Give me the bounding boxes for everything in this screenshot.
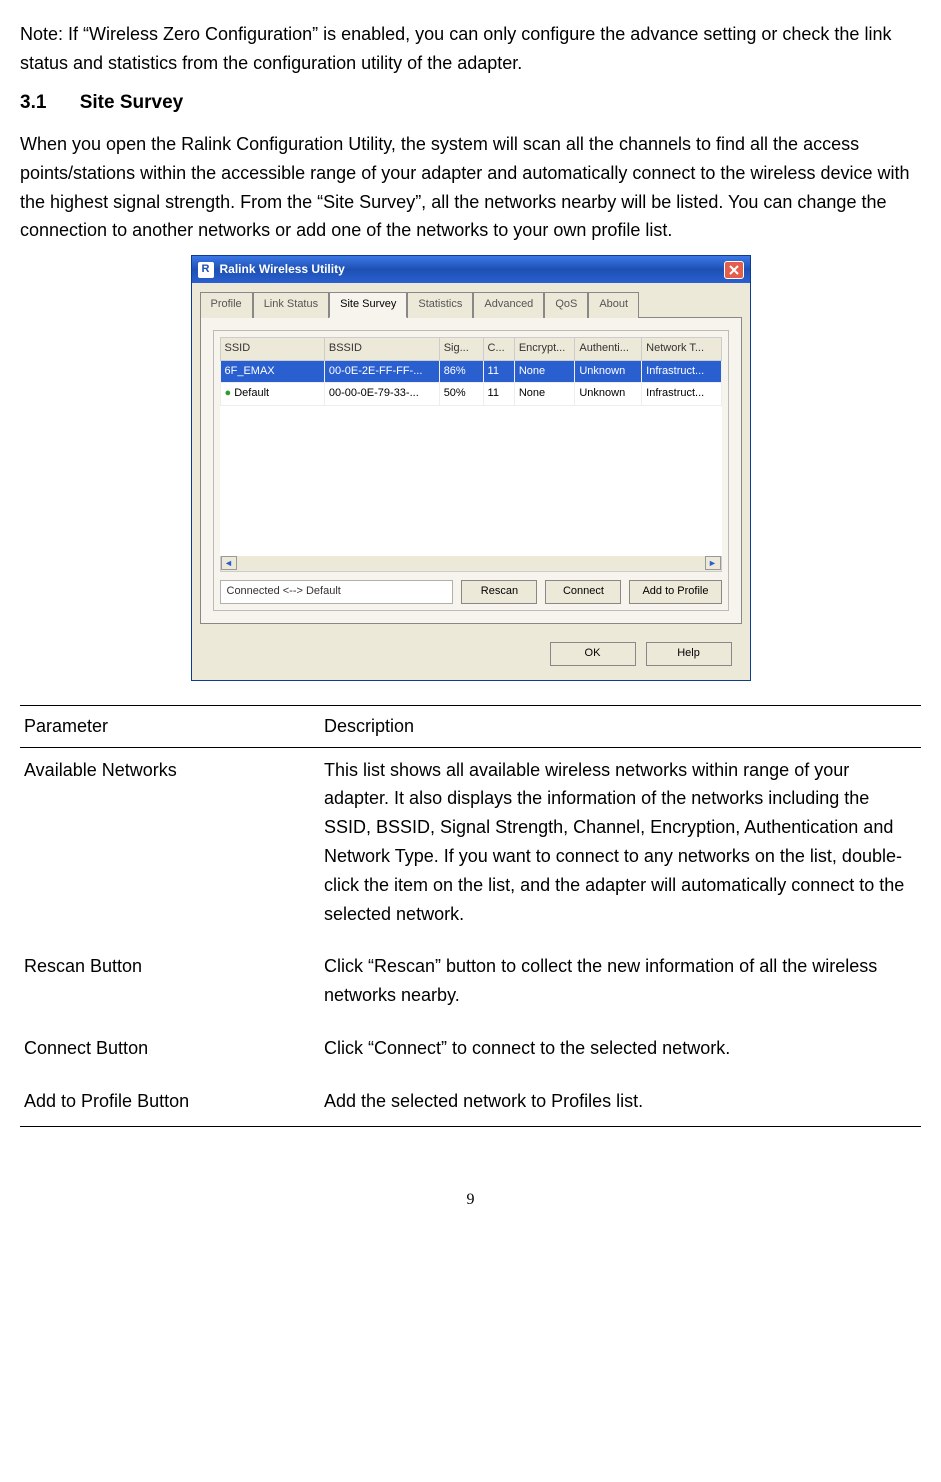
cell-bssid: 00-00-0E-79-33-... xyxy=(324,383,439,406)
cell-channel: 11 xyxy=(483,383,514,406)
cell-bssid: 00-0E-2E-FF-FF-... xyxy=(324,360,439,383)
dialog-footer: OK Help xyxy=(192,632,750,680)
dialog-body: SSID BSSID Sig... C... Encrypt... Authen… xyxy=(200,317,742,624)
cell-signal: 50% xyxy=(439,383,483,406)
tab-qos[interactable]: QoS xyxy=(544,292,588,318)
desc-header: Description xyxy=(320,705,921,747)
param-desc: Add the selected network to Profiles lis… xyxy=(320,1079,921,1126)
help-button[interactable]: Help xyxy=(646,642,732,666)
col-encrypt[interactable]: Encrypt... xyxy=(514,337,575,360)
table-row[interactable]: ● Default 00-00-0E-79-33-... 50% 11 None… xyxy=(220,383,721,406)
tab-site-survey[interactable]: Site Survey xyxy=(329,292,407,318)
network-list-frame: SSID BSSID Sig... C... Encrypt... Authen… xyxy=(213,330,729,611)
close-icon[interactable] xyxy=(724,261,744,279)
cell-auth: Unknown xyxy=(575,383,642,406)
ok-button[interactable]: OK xyxy=(550,642,636,666)
col-network-type[interactable]: Network T... xyxy=(642,337,721,360)
section-title: Site Survey xyxy=(80,92,184,113)
connect-button[interactable]: Connect xyxy=(545,580,621,604)
param-row: Connect Button Click “Connect” to connec… xyxy=(20,1026,921,1079)
col-signal[interactable]: Sig... xyxy=(439,337,483,360)
cell-channel: 11 xyxy=(483,360,514,383)
param-desc: Click “Connect” to connect to the select… xyxy=(320,1026,921,1079)
col-channel[interactable]: C... xyxy=(483,337,514,360)
tabs-row: Profile Link Status Site Survey Statisti… xyxy=(192,283,750,317)
param-header: Parameter xyxy=(20,705,320,747)
param-row: Available Networks This list shows all a… xyxy=(20,747,921,944)
tab-link-status[interactable]: Link Status xyxy=(253,292,329,318)
window-title: Ralink Wireless Utility xyxy=(220,260,718,279)
scroll-left-icon[interactable]: ◄ xyxy=(221,556,237,570)
note-paragraph: Note: If “Wireless Zero Configuration” i… xyxy=(20,20,921,78)
cell-net: Infrastruct... xyxy=(642,360,721,383)
cell-auth: Unknown xyxy=(575,360,642,383)
cell-signal: 86% xyxy=(439,360,483,383)
param-desc: Click “Rescan” button to collect the new… xyxy=(320,944,921,1026)
tab-profile[interactable]: Profile xyxy=(200,292,253,318)
col-bssid[interactable]: BSSID xyxy=(324,337,439,360)
utility-window: R Ralink Wireless Utility Profile Link S… xyxy=(191,255,751,681)
table-row[interactable]: 6F_EMAX 00-0E-2E-FF-FF-... 86% 11 None U… xyxy=(220,360,721,383)
cell-net: Infrastruct... xyxy=(642,383,721,406)
col-ssid[interactable]: SSID xyxy=(220,337,324,360)
page-number: 9 xyxy=(20,1187,921,1213)
app-icon: R xyxy=(198,262,214,278)
network-table[interactable]: SSID BSSID Sig... C... Encrypt... Authen… xyxy=(220,337,722,556)
param-row: Rescan Button Click “Rescan” button to c… xyxy=(20,944,921,1026)
cell-ssid: ● Default xyxy=(220,383,324,406)
param-name: Connect Button xyxy=(20,1026,320,1079)
cell-encrypt: None xyxy=(514,360,575,383)
param-name: Add to Profile Button xyxy=(20,1079,320,1126)
tab-about[interactable]: About xyxy=(588,292,639,318)
col-auth[interactable]: Authenti... xyxy=(575,337,642,360)
param-row: Add to Profile Button Add the selected n… xyxy=(20,1079,921,1126)
parameter-table: Parameter Description Available Networks… xyxy=(20,705,921,1127)
section-number: 3.1 xyxy=(20,92,46,113)
titlebar: R Ralink Wireless Utility xyxy=(192,256,750,283)
horizontal-scrollbar[interactable]: ◄ ► xyxy=(220,556,722,572)
tab-statistics[interactable]: Statistics xyxy=(407,292,473,318)
cell-ssid-text: Default xyxy=(234,387,269,399)
tab-advanced[interactable]: Advanced xyxy=(473,292,544,318)
add-to-profile-button[interactable]: Add to Profile xyxy=(629,580,721,604)
cell-encrypt: None xyxy=(514,383,575,406)
connection-status: Connected <--> Default xyxy=(220,580,454,604)
rescan-button[interactable]: Rescan xyxy=(461,580,537,604)
scroll-right-icon[interactable]: ► xyxy=(705,556,721,570)
param-name: Rescan Button xyxy=(20,944,320,1026)
section-heading: 3.1 Site Survey xyxy=(20,88,921,118)
cell-ssid: 6F_EMAX xyxy=(220,360,324,383)
table-header-row: SSID BSSID Sig... C... Encrypt... Authen… xyxy=(220,337,721,360)
intro-paragraph: When you open the Ralink Configuration U… xyxy=(20,130,921,245)
param-desc: This list shows all available wireless n… xyxy=(320,747,921,944)
param-name: Available Networks xyxy=(20,747,320,944)
table-row-empty xyxy=(220,405,721,555)
connected-icon: ● xyxy=(225,387,232,399)
